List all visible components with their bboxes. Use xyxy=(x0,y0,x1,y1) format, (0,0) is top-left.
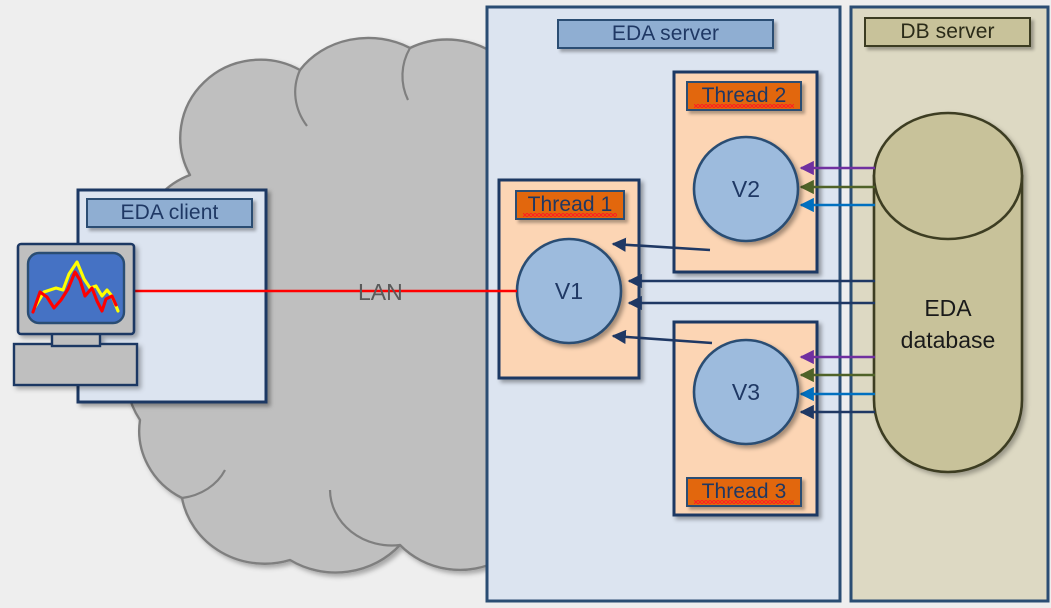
thread-3-label-chip: Thread 3 xyxy=(686,477,802,507)
eda-database-label: EDA database xyxy=(878,292,1018,356)
lan-label: LAN xyxy=(358,279,403,305)
spellcheck-underline-icon xyxy=(523,213,617,217)
eda-client-title-chip: EDA client xyxy=(86,198,253,228)
db-server-title-chip: DB server xyxy=(864,17,1031,47)
eda-server-title-chip: EDA server xyxy=(557,19,774,49)
db-server-title: DB server xyxy=(900,20,995,43)
eda-server-title: EDA server xyxy=(611,22,720,45)
diagram-canvas: EDA server DB server EDA client Thread 1… xyxy=(0,0,1051,608)
thread-1-label-chip: Thread 1 xyxy=(515,190,625,220)
node-v3-label: V3 xyxy=(731,378,761,405)
eda-client-title: EDA client xyxy=(120,201,219,224)
spellcheck-underline-icon xyxy=(694,104,794,108)
node-v1-label: V1 xyxy=(554,277,584,304)
spellcheck-underline-icon xyxy=(694,500,794,504)
eda-database-label-line2: database xyxy=(900,327,996,353)
thread-2-label-chip: Thread 2 xyxy=(686,81,802,111)
eda-database-label-line1: EDA xyxy=(924,295,972,321)
node-v2-label: V2 xyxy=(731,175,761,202)
computer-monitor-icon xyxy=(12,242,139,387)
